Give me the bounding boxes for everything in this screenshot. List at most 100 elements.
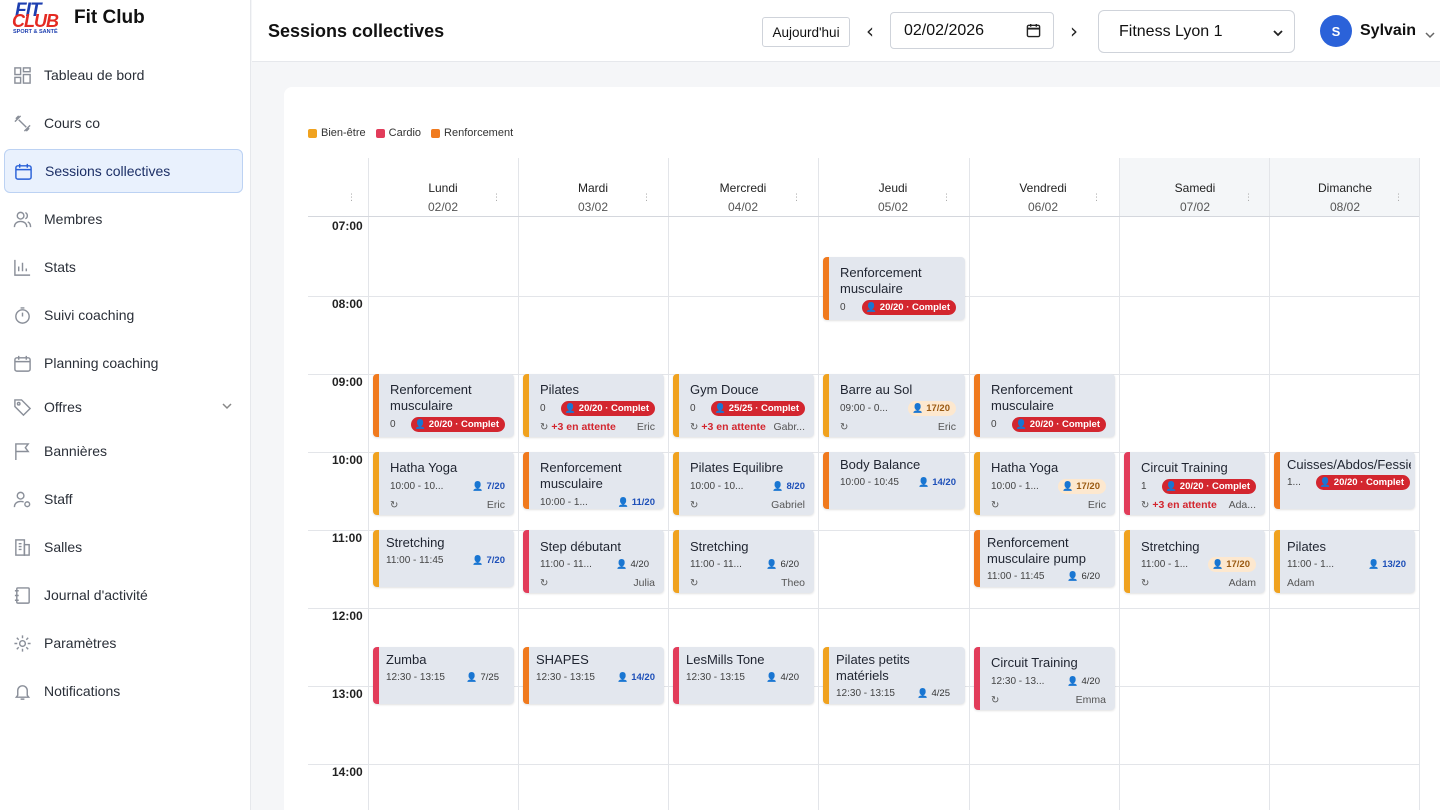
grid-line (308, 608, 1419, 609)
recurring-icon: ↻ (690, 422, 699, 433)
sidebar-item-sessions-collectives[interactable]: Sessions collectives (4, 149, 243, 193)
prev-week-icon[interactable]: ‹ (860, 19, 880, 43)
recurring-icon: ↻ (690, 500, 699, 511)
time-label: 13:00 (332, 687, 363, 701)
kebab-icon[interactable]: ⋮ (642, 193, 651, 203)
location-select[interactable]: Fitness Lyon 1 (1098, 10, 1295, 53)
session-card[interactable]: Renforcement musculaire 0 👤 20/20 · Compl… (373, 374, 514, 437)
kebab-icon[interactable]: ⋮ (347, 193, 356, 203)
flag-icon (12, 441, 32, 461)
today-button[interactable]: Aujourd'hui (762, 17, 850, 47)
session-footer: ↻ Theo (690, 577, 805, 589)
sidebar-item-salles[interactable]: Salles (4, 525, 243, 569)
sidebar-item-staff[interactable]: Staff (4, 477, 243, 521)
session-title: Renforcement musculaire (991, 382, 1073, 413)
sidebar-item-offres[interactable]: Offres (4, 385, 243, 429)
coach-name: Eric (486, 499, 505, 511)
capacity-badge: 👤 17/20 (1208, 557, 1256, 572)
session-card[interactable]: Gym Douce 0 👤 25/25 · Complet ↻ +3 en atte… (673, 374, 814, 437)
capacity-badge: 👤 20/20 · Complet (410, 417, 505, 432)
session-card[interactable]: Pilates petits matériels 12:30 - 13:15 👤… (823, 647, 965, 704)
recurring-icon: ↻ (1141, 500, 1150, 511)
session-card[interactable]: Cuisses/Abdos/Fessiers 1... 👤20/20 · Com… (1274, 452, 1415, 509)
session-title: Pilates (540, 382, 580, 397)
building-icon (12, 537, 32, 557)
session-card[interactable]: Renforcement musculaire 0 👤 20/20 · Compl… (974, 374, 1115, 437)
session-card[interactable]: Renforcement musculaire 10:00 - 1... 👤 11… (523, 452, 664, 509)
session-title: Pilates petits matériels (836, 652, 910, 683)
session-card[interactable]: Renforcement musculaire 0 👤 20/20 · Compl… (823, 257, 965, 320)
sidebar-item-membres[interactable]: Membres (4, 197, 243, 241)
session-time: 0 (540, 403, 546, 414)
session-card[interactable]: Circuit Training 1 👤 20/20 · Complet ↻ +3 … (1124, 452, 1265, 515)
grid-line (308, 216, 1419, 217)
grid-line (818, 158, 819, 810)
kebab-icon[interactable]: ⋮ (1244, 193, 1253, 203)
session-time: 1 (1141, 481, 1147, 492)
chevron-down-icon[interactable] (221, 399, 233, 417)
session-card[interactable]: Stretching 11:00 - 11:45 👤 7/20 (373, 530, 514, 587)
session-card[interactable]: Pilates Equilibre 10:00 - 10... 👤 8/20 ↻ G… (673, 452, 814, 515)
next-week-icon[interactable]: › (1064, 19, 1084, 43)
grid-line (518, 158, 519, 810)
sidebar-item-notifications[interactable]: Notifications (4, 669, 243, 713)
calendar-picker-icon[interactable] (1026, 23, 1041, 43)
avatar[interactable]: S (1320, 15, 1352, 47)
sidebar-item-label: Cours co (44, 115, 101, 131)
session-card[interactable]: Hatha Yoga 10:00 - 10... 👤 7/20 ↻ Eric (373, 452, 514, 515)
sidebar-item-parametres[interactable]: Paramètres (4, 621, 243, 665)
session-card[interactable]: Stretching 11:00 - 11... 👤 6/20 ↻ Theo (673, 530, 814, 593)
session-card[interactable]: Circuit Training 12:30 - 13... 👤 4/20 ↻ Em… (974, 647, 1115, 710)
coach-name: Adam (1287, 577, 1315, 589)
day-header-jeudi[interactable]: Jeudi 05/02 ⋮ (818, 158, 968, 216)
sidebar-item-label: Bannières (44, 443, 108, 459)
fitclub-logo[interactable]: FIT CLUB SPORT & SANTÉ (12, 1, 64, 35)
session-card[interactable]: Pilates 0 👤 20/20 · Complet ↻ +3 en attent… (523, 374, 664, 437)
day-header-samedi[interactable]: Samedi 07/02 ⋮ (1120, 158, 1270, 216)
sidebar-item-cours-co[interactable]: Cours co (4, 101, 243, 145)
sidebar-item-planning-coaching[interactable]: Planning coaching (4, 341, 243, 385)
session-title: Cuisses/Abdos/Fessiers (1287, 457, 1411, 472)
date-input[interactable]: 02/02/2026 (890, 12, 1054, 49)
capacity-badge: 👤 17/20 (1058, 479, 1106, 494)
day-header-vendredi[interactable]: Vendredi 06/02 ⋮ (968, 158, 1118, 216)
capacity-badge: 👤 11/20 (617, 497, 655, 508)
kebab-icon[interactable]: ⋮ (492, 193, 501, 203)
legend-item-renforcement: Renforcement (431, 127, 513, 139)
session-card[interactable]: Body Balance 10:00 - 10:45 👤 14/20 (823, 452, 965, 509)
day-header-dimanche[interactable]: Dimanche 08/02 ⋮ (1270, 158, 1420, 216)
session-card[interactable]: Zumba 12:30 - 13:15 👤 7/25 (373, 647, 514, 704)
kebab-icon[interactable]: ⋮ (942, 193, 951, 203)
session-card[interactable]: Stretching 11:00 - 1... 👤 17/20 ↻ Adam (1124, 530, 1265, 593)
sidebar-item-suivi-coaching[interactable]: Suivi coaching (4, 293, 243, 337)
user-name[interactable]: Sylvain (1360, 22, 1416, 40)
day-header-mardi[interactable]: Mardi 03/02 ⋮ (518, 158, 668, 216)
session-card[interactable]: Renforcement musculaire pump 11:00 - 11:… (974, 530, 1115, 587)
time-column-header: ⋮ (308, 158, 368, 216)
sidebar-item-dashboard[interactable]: Tableau de bord (4, 53, 243, 97)
day-header-lundi[interactable]: Lundi 02/02 ⋮ (368, 158, 518, 216)
session-card[interactable]: Barre au Sol 09:00 - 0... 👤 17/20 ↻ Eric (823, 374, 965, 437)
session-card[interactable]: LesMills Tone 12:30 - 13:15 👤 4/20 (673, 647, 814, 704)
session-card[interactable]: Hatha Yoga 10:00 - 1... 👤 17/20 ↻ Eric (974, 452, 1115, 515)
sidebar-item-label: Planning coaching (44, 355, 159, 371)
chevron-down-icon[interactable] (1424, 27, 1436, 45)
capacity-badge: 👤 7/20 (472, 481, 505, 492)
session-time: 11:00 - 1... (1287, 559, 1335, 570)
day-header-mercredi[interactable]: Mercredi 04/02 ⋮ (668, 158, 818, 216)
capacity-badge: 👤 14/20 (617, 672, 655, 683)
time-label: 08:00 (332, 297, 363, 311)
sidebar-item-bannieres[interactable]: Bannières (4, 429, 243, 473)
session-card[interactable]: Pilates 11:00 - 1... 👤 13/20 Adam (1274, 530, 1415, 593)
kebab-icon[interactable]: ⋮ (792, 193, 801, 203)
sidebar-item-journal[interactable]: Journal d'activité (4, 573, 243, 617)
logo-tagline: SPORT & SANTÉ (13, 29, 58, 35)
logo-text-club: CLUB (12, 11, 59, 31)
sidebar-item-stats[interactable]: Stats (4, 245, 243, 289)
session-card[interactable]: SHAPES 12:30 - 13:15 👤 14/20 (523, 647, 664, 704)
kebab-icon[interactable]: ⋮ (1092, 193, 1101, 203)
session-title: Stretching (1141, 539, 1200, 554)
kebab-icon[interactable]: ⋮ (1394, 193, 1403, 203)
session-card[interactable]: Step débutant 11:00 - 11... 👤 4/20 ↻ Julia (523, 530, 664, 593)
recurring-icon: ↻ (1141, 578, 1150, 589)
